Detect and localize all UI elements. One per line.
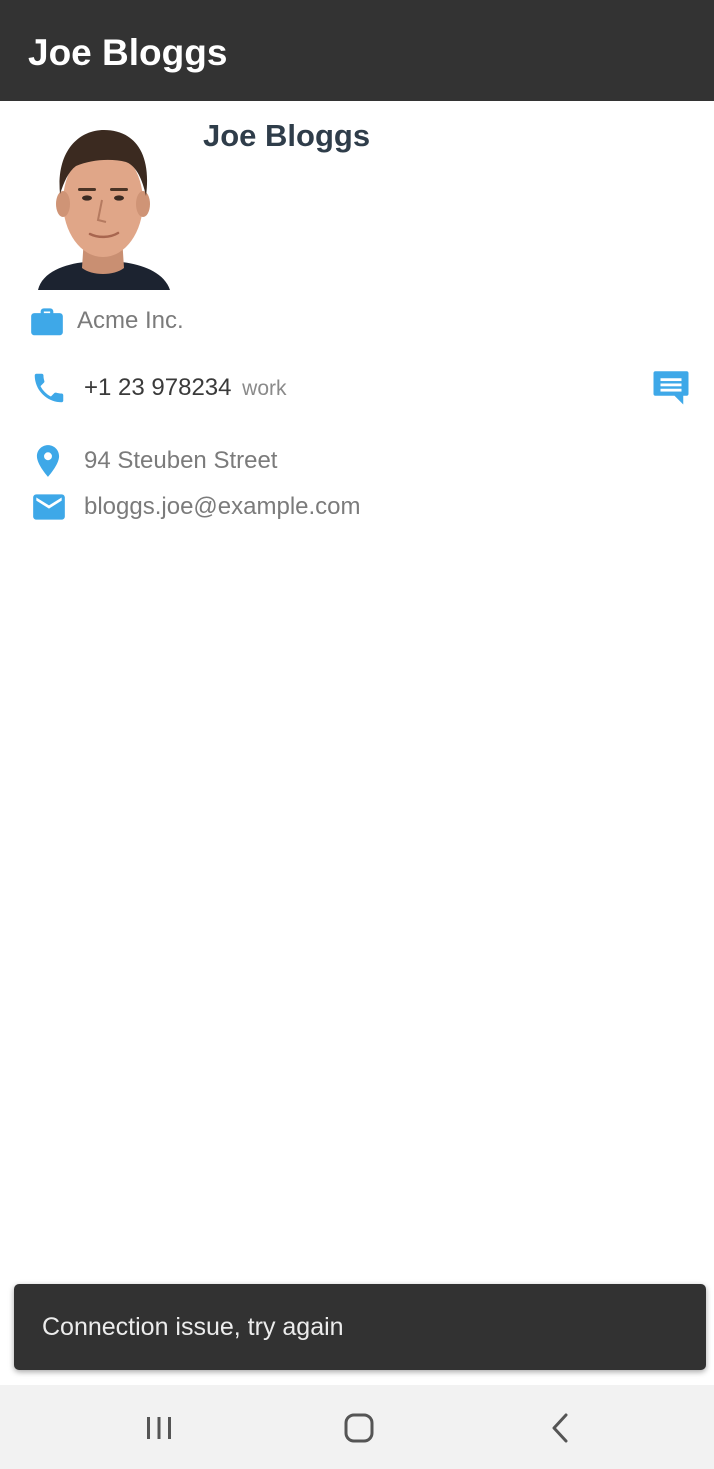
back-icon — [552, 1413, 568, 1443]
avatar-photo — [30, 112, 176, 290]
recent-apps-icon — [147, 1417, 171, 1439]
envelope-icon — [30, 488, 68, 526]
location-pin-icon — [29, 442, 67, 480]
app-bar-title: Joe Bloggs — [28, 32, 228, 73]
back-button[interactable] — [536, 1403, 586, 1453]
snackbar: Connection issue, try again — [14, 1284, 706, 1370]
briefcase-icon — [28, 302, 66, 340]
sms-button[interactable] — [650, 366, 692, 408]
message-icon — [653, 371, 689, 405]
phone-type-label: work — [242, 377, 287, 400]
address-link[interactable]: 94 Steuben Street — [84, 445, 277, 477]
phone-row[interactable]: +1 23 978234 work — [84, 372, 287, 405]
contact-name: Joe Bloggs — [203, 118, 371, 153]
recent-apps-button[interactable] — [134, 1403, 184, 1453]
phone-number[interactable]: +1 23 978234 — [84, 374, 231, 401]
home-button[interactable] — [334, 1403, 384, 1453]
company-name: Acme Inc. — [77, 307, 184, 334]
contact-detail-screen: Joe Bloggs Joe Bloggs Acme Inc. +1 23 97… — [0, 0, 714, 1469]
phone-icon[interactable] — [30, 369, 68, 407]
app-bar: Joe Bloggs — [0, 0, 714, 101]
snackbar-message: Connection issue, try again — [42, 1313, 344, 1341]
home-icon — [344, 1413, 374, 1443]
email-link[interactable]: bloggs.joe@example.com — [84, 491, 361, 523]
system-nav-bar — [0, 1385, 714, 1469]
avatar — [30, 112, 176, 290]
